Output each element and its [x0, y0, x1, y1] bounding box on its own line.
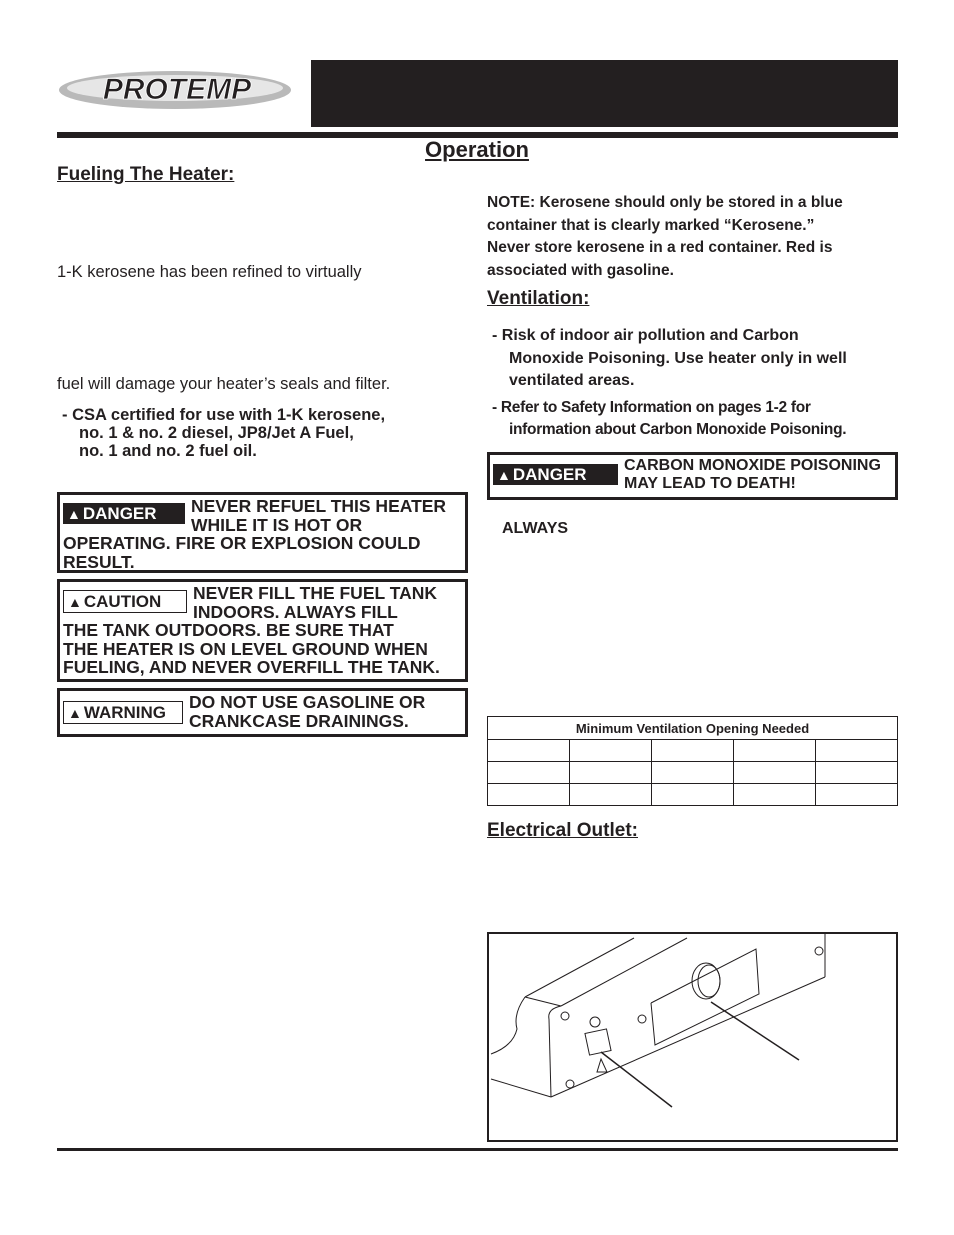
table-cell: [733, 761, 816, 784]
caution-fuel-tank-box: ▲ CAUTION NEVER FILL THE FUEL TANK INDOOR…: [57, 579, 468, 682]
table-title: Minimum Ventilation Opening Needed: [487, 716, 898, 740]
note-line-4: associated with gasoline.: [487, 261, 674, 279]
minimum-ventilation-table: Minimum Ventilation Opening Needed: [487, 716, 898, 806]
table-cell: [487, 739, 570, 762]
table-cell: [569, 761, 652, 784]
protemp-logo: PROTEMP: [57, 62, 297, 118]
table-cell: [733, 783, 816, 806]
kerosene-storage-note: NOTE: Kerosene should only be stored in …: [487, 192, 843, 282]
table-cell: [487, 783, 570, 806]
bullet1-line-3: ventilated areas.: [509, 372, 635, 389]
ventilation-bullet-2: - Refer to Safety Information on pages 1…: [492, 397, 847, 441]
ventilation-bullet-1: - Risk of indoor air pollution and Carbo…: [492, 325, 847, 393]
csa-line-1: - CSA certified for use with 1-K kerosen…: [62, 406, 386, 424]
warning-triangle-icon: ▲: [68, 594, 82, 610]
caution-line-4: THE HEATER IS ON LEVEL GROUND WHEN: [63, 638, 428, 659]
ventilation-heading: Ventilation:: [487, 288, 590, 309]
bullet2-line-1: - Refer to Safety Information on pages 1…: [492, 399, 811, 416]
table-row: [487, 761, 898, 784]
table-cell: [569, 783, 652, 806]
bullet1-line-1: - Risk of indoor air pollution and Carbo…: [492, 327, 799, 344]
header-bar: [311, 60, 898, 127]
table-cell: [487, 761, 570, 784]
page-title: Operation: [425, 137, 529, 162]
danger-label: ▲ DANGER: [63, 503, 185, 524]
electrical-outlet-heading: Electrical Outlet:: [487, 820, 638, 841]
danger-label: ▲ DANGER: [493, 464, 618, 485]
table-cell: [651, 739, 734, 762]
warning-gasoline-box: ▲ WARNING DO NOT USE GASOLINE OR CRANKCAS…: [57, 688, 468, 737]
bullet1-line-2: Monoxide Poisoning. Use heater only in w…: [509, 349, 847, 367]
always-text: ALWAYS: [502, 520, 569, 537]
table-cell: [651, 783, 734, 806]
table-cell: [815, 761, 898, 784]
csa-certified-bullet: - CSA certified for use with 1-K kerosen…: [62, 406, 385, 460]
table-cell: [651, 761, 734, 784]
table-cell: [815, 739, 898, 762]
warning-triangle-icon: ▲: [497, 467, 511, 483]
heater-outlet-figure: [487, 932, 898, 1142]
caution-line-5: FUELING, AND NEVER OVERFILL THE TANK.: [63, 657, 440, 677]
fueling-heading: Fueling The Heater:: [57, 164, 235, 185]
table-row: [487, 783, 898, 806]
bullet2-line-2: information about Carbon Monoxide Poison…: [509, 421, 847, 438]
note-line-1: NOTE: Kerosene should only be stored in …: [487, 194, 843, 211]
warning-triangle-icon: ▲: [68, 705, 82, 721]
warning-triangle-icon: ▲: [67, 506, 81, 522]
danger-carbon-monoxide-box: ▲ DANGER CARBON MONOXIDE POISONING MAY LE…: [487, 452, 898, 500]
caution-label: ▲ CAUTION: [63, 590, 187, 613]
danger-line-4: RESULT.: [63, 551, 135, 572]
fueling-paragraph-2: fuel will damage your heater’s seals and…: [57, 375, 391, 393]
footer-rule: [57, 1148, 898, 1151]
csa-line-2: no. 1 & no. 2 diesel, JP8/Jet A Fuel,: [79, 424, 354, 442]
caution-line-3: THE TANK OUTDOORS. BE SURE THAT: [63, 620, 394, 640]
table-row: [487, 739, 898, 762]
danger-refuel-box: ▲ DANGER NEVER REFUEL THIS HEATER WHILE I…: [57, 492, 468, 573]
note-line-2: container that is clearly marked “Kerose…: [487, 216, 815, 234]
table-cell: [815, 783, 898, 806]
note-line-3: Never store kerosene in a red container.…: [487, 239, 833, 256]
table-cell: [569, 739, 652, 762]
heater-illustration: [490, 934, 826, 1108]
fueling-paragraph-1: 1-K kerosene has been refined to virtual…: [57, 263, 362, 281]
brand-text: PROTEMP: [103, 73, 252, 106]
csa-line-3: no. 1 and no. 2 fuel oil.: [79, 442, 257, 460]
danger-line-3: OPERATING. FIRE OR EXPLOSION COULD: [63, 533, 421, 553]
table-cell: [733, 739, 816, 762]
warning-label: ▲ WARNING: [63, 701, 183, 724]
